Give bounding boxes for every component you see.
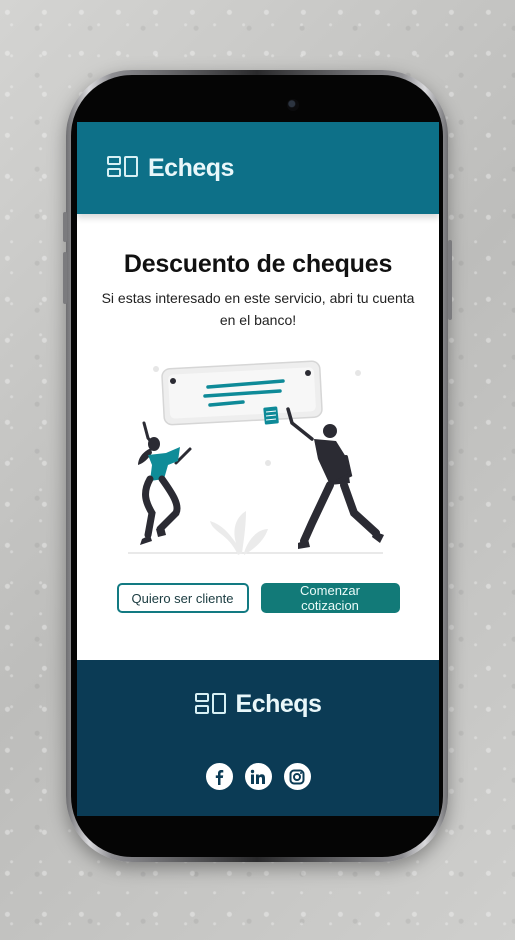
- page-subtitle: Si estas interesado en este servicio, ab…: [101, 290, 415, 328]
- facebook-icon[interactable]: [203, 761, 235, 792]
- linkedin-icon[interactable]: [242, 761, 274, 792]
- become-client-button[interactable]: Quiero ser cliente: [116, 583, 249, 613]
- page-title: Descuento de cheques: [123, 250, 393, 278]
- front-camera: [287, 99, 299, 111]
- footer-logo[interactable]: Echeqs: [77, 690, 439, 719]
- logo-mark-icon: [194, 692, 229, 717]
- volume-down-button: [63, 252, 67, 304]
- header-logo[interactable]: Echeqs: [107, 154, 234, 183]
- cta-buttons: Quiero ser cliente Comenzar cotizacion: [77, 583, 439, 613]
- main-content: Descuento de cheques Si estas interesado…: [77, 214, 439, 613]
- social-links: [77, 761, 439, 792]
- app-header: Echeqs: [77, 122, 439, 214]
- power-button: [448, 240, 452, 320]
- logo-mark-icon: [107, 156, 141, 180]
- volume-up-button: [63, 212, 67, 242]
- start-quote-button[interactable]: Comenzar cotizacion: [260, 583, 400, 613]
- instagram-icon[interactable]: [281, 761, 313, 792]
- header-logo-text: Echeqs: [148, 153, 234, 182]
- app-footer: Echeqs: [77, 660, 439, 816]
- people-holding-cheque-illustration: [128, 360, 384, 555]
- app-screen: Echeqs Descuento de cheques Si estas int…: [77, 122, 439, 816]
- footer-logo-text: Echeqs: [235, 690, 322, 718]
